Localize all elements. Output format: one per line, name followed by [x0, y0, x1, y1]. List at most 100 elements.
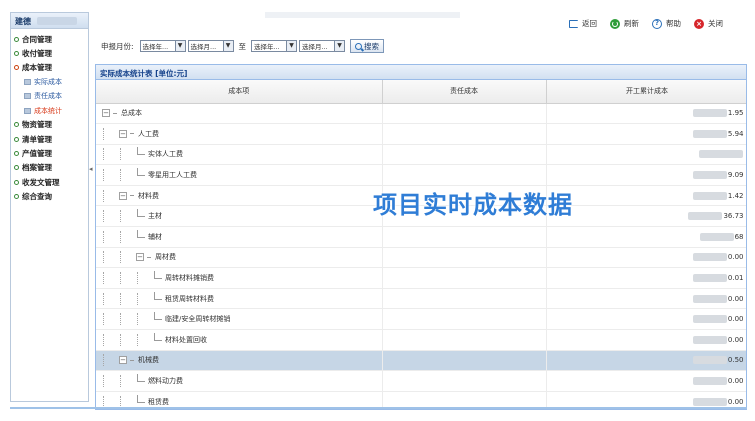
- table-row[interactable]: 燃料动力费 0.00: [96, 370, 746, 392]
- refresh-button[interactable]: 刷新: [610, 18, 639, 29]
- sidebar-subitem[interactable]: 责任成本: [14, 89, 88, 103]
- table-row[interactable]: 辅材 68: [96, 226, 746, 248]
- tree-guide-line: [103, 251, 117, 264]
- table-row[interactable]: − 机械费 0.50: [96, 350, 746, 372]
- tree-connector: [130, 133, 134, 135]
- collapse-toggle-icon[interactable]: −: [119, 191, 127, 200]
- cost-item-name: 人工费: [138, 129, 159, 138]
- cost-item-name: 零星用工人工费: [148, 171, 197, 180]
- sidebar-collapse-handle[interactable]: ◂: [89, 155, 93, 185]
- bullet-icon: [14, 65, 19, 71]
- chevron-down-icon[interactable]: ▼: [334, 41, 345, 51]
- cumulative-cost-value: 0.50: [727, 356, 744, 365]
- bullet-icon: [14, 122, 19, 128]
- tree-elbow-line: [154, 332, 162, 341]
- redacted-amount: [692, 335, 727, 344]
- sidebar-item[interactable]: 成本管理: [14, 61, 88, 75]
- redacted-amount: [692, 356, 727, 365]
- sidebar-item[interactable]: 清单管理: [14, 132, 88, 146]
- table-row[interactable]: 周转材料摊销费 0.01: [96, 267, 746, 289]
- tree-guide-line: [137, 292, 151, 305]
- sidebar-item-label: 成本管理: [22, 63, 52, 73]
- start-year-select[interactable]: 选择年... ▼: [139, 40, 186, 52]
- table-row[interactable]: 材料处置回收 0.00: [96, 329, 746, 351]
- sidebar-item[interactable]: 收付管理: [14, 46, 88, 60]
- cumulative-cost-value: 0.00: [727, 315, 744, 324]
- redacted-amount: [692, 294, 727, 303]
- start-month-value: 选择月...: [190, 43, 217, 51]
- chevron-down-icon[interactable]: ▼: [286, 41, 297, 51]
- collapse-toggle-icon[interactable]: −: [119, 129, 127, 138]
- tree-guide-line: [103, 395, 117, 408]
- close-button[interactable]: × 关闭: [694, 18, 723, 29]
- responsibility-cost-cell: [382, 288, 547, 310]
- table-row[interactable]: 临建/安全周转材摊销 0.00: [96, 308, 746, 331]
- column-header-cost-item[interactable]: 成本项: [96, 80, 383, 104]
- tree-guide-line: [120, 313, 134, 326]
- cumulative-cost-cell: 0.00: [546, 370, 746, 392]
- sidebar-item[interactable]: 综合查询: [14, 189, 88, 203]
- redacted-amount: [692, 253, 727, 262]
- back-button[interactable]: 返回: [569, 18, 597, 29]
- tree-guide-line: [103, 210, 117, 223]
- search-button[interactable]: 搜索: [350, 39, 385, 53]
- tree-connector: [130, 195, 134, 197]
- refresh-icon: [610, 18, 620, 29]
- collapse-toggle-icon[interactable]: −: [102, 109, 110, 118]
- tree-guide-line: [103, 313, 117, 326]
- table-row[interactable]: − 周材费 0.00: [96, 247, 746, 269]
- bullet-icon: [14, 151, 19, 157]
- collapse-arrow-icon[interactable]: ◂: [89, 165, 93, 173]
- sidebar-item[interactable]: 合同管理: [14, 32, 88, 46]
- redacted-amount: [692, 315, 727, 324]
- table-row[interactable]: − 总成本 1.95: [96, 103, 746, 125]
- cumulative-cost-cell: 0.00: [546, 308, 746, 331]
- sidebar-item[interactable]: 档案管理: [14, 161, 88, 175]
- column-header-cumulative-cost[interactable]: 开工累计成本: [546, 80, 746, 104]
- help-button[interactable]: ? 帮助: [652, 18, 681, 29]
- redacted-amount: [692, 274, 727, 283]
- cumulative-cost-cell: 1.42: [546, 185, 746, 207]
- table-row[interactable]: 零星用工人工费 9.09: [96, 164, 746, 186]
- end-month-select[interactable]: 选择月... ▼: [299, 40, 346, 52]
- table-row[interactable]: − 人工费 5.94: [96, 123, 746, 145]
- tree-guide-line: [120, 333, 134, 346]
- range-to-label: 至: [238, 41, 247, 51]
- chevron-down-icon[interactable]: ▼: [222, 41, 233, 51]
- end-year-select[interactable]: 选择年... ▼: [251, 40, 298, 52]
- cumulative-cost-value: 68: [734, 232, 744, 241]
- collapse-toggle-icon[interactable]: −: [136, 253, 144, 262]
- sidebar-subitem[interactable]: 实际成本: [14, 75, 88, 89]
- table-row[interactable]: 租赁周转材料费 0.00: [96, 288, 746, 310]
- cumulative-cost-value: 1.42: [727, 191, 744, 200]
- chevron-down-icon[interactable]: ▼: [174, 41, 185, 51]
- column-header-responsibility-cost[interactable]: 责任成本: [382, 80, 547, 104]
- sidebar-item[interactable]: 收发文管理: [14, 175, 88, 189]
- sidebar-item-label: 综合查询: [22, 191, 52, 201]
- panel-title: 实际成本统计表 [单位:元]: [96, 65, 746, 80]
- sidebar-subitem[interactable]: 成本统计: [14, 103, 88, 117]
- sidebar-title: 建德: [15, 17, 31, 26]
- collapse-toggle-icon[interactable]: −: [119, 356, 127, 365]
- tree-guide-line: [120, 272, 134, 285]
- help-label: 帮助: [666, 19, 681, 28]
- cost-item-name: 实体人工费: [148, 150, 183, 159]
- responsibility-cost-cell: [382, 247, 547, 269]
- cost-item-cell: 燃料动力费: [96, 370, 383, 392]
- cumulative-cost-value: 1.95: [727, 109, 744, 118]
- grid-header-row: 成本项 责任成本 开工累计成本: [96, 80, 746, 104]
- sidebar-item[interactable]: 物资管理: [14, 118, 88, 132]
- sidebar-item-label: 物资管理: [22, 120, 52, 130]
- filter-label: 申报月份:: [101, 41, 134, 51]
- cost-item-name: 燃料动力费: [148, 377, 183, 386]
- cumulative-cost-cell: 0.00: [546, 247, 746, 269]
- tree-guide-line: [120, 395, 134, 408]
- table-row[interactable]: 实体人工费: [96, 144, 746, 166]
- cost-item-name: 租赁周转材料费: [165, 294, 214, 303]
- start-month-select[interactable]: 选择月... ▼: [187, 40, 234, 52]
- redacted-amount: [692, 171, 727, 180]
- sidebar-item[interactable]: 产值管理: [14, 146, 88, 160]
- refresh-label: 刷新: [624, 19, 639, 28]
- help-icon: ?: [652, 18, 662, 29]
- cost-item-cell: 周转材料摊销费: [96, 267, 383, 289]
